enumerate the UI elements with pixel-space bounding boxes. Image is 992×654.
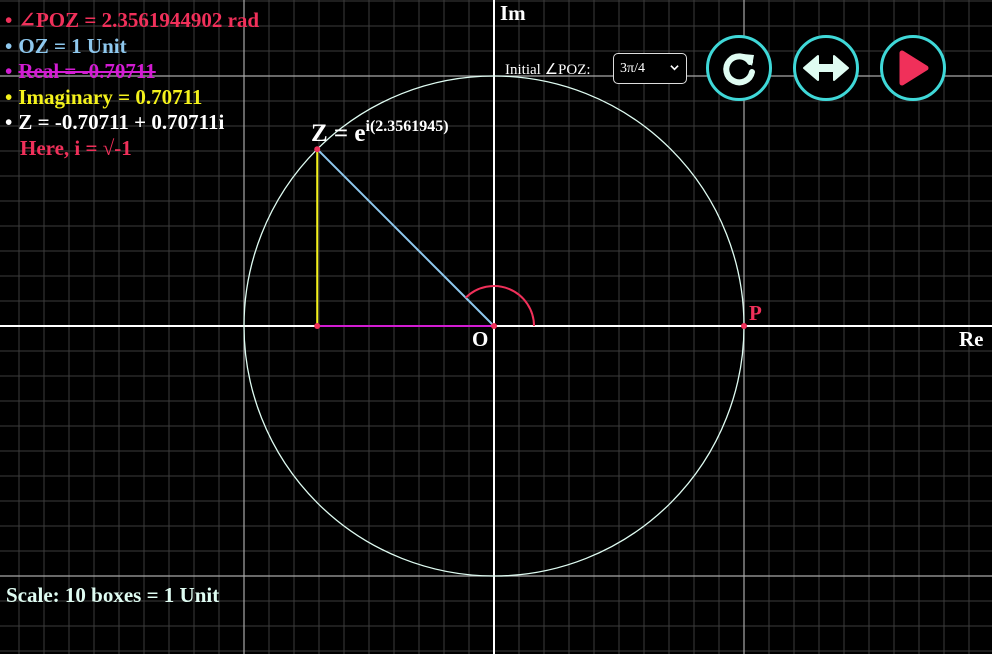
z-readout: • Z = -0.70711 + 0.70711i [5,110,225,134]
point-p [741,323,747,329]
bullet: • [5,8,13,32]
chevron-down-icon [670,65,679,71]
z-formula-label: Z = ei(2.3561945) [311,118,449,147]
real-projection-point [314,323,321,329]
initial-angle-label: Initial ∠POZ: [505,62,591,78]
point-o [491,323,497,329]
origin-label: O [472,327,488,351]
imag-axis-label: Im [500,1,526,25]
real-axis-label: Re [959,327,984,351]
info-panel: • ∠POZ = 2.3561944902 rad • OZ = 1 Unit • R… [5,8,259,161]
play-icon [899,50,929,86]
real-readout: • Real = -0.70711 [5,59,156,83]
initial-angle-value: 3π/4 [620,60,645,76]
angle-arc [465,285,535,327]
reset-button[interactable] [706,35,772,101]
flip-direction-button[interactable] [793,35,859,101]
point-z[interactable] [314,146,321,153]
angle-readout: • ∠POZ = 2.3561944902 rad [5,8,260,32]
play-button[interactable] [880,35,946,101]
z-formula-base: Z = e [311,120,366,147]
initial-angle-select[interactable]: 3π/4 [613,53,687,84]
z-formula-exponent: i(2.3561945) [366,118,449,135]
bullet: • [5,33,13,58]
rotate-icon [723,53,755,86]
point-p-label: P [749,301,762,325]
modulus-readout: • OZ = 1 Unit [5,33,127,58]
imaginary-readout: • Imaginary = 0.70711 [5,84,203,109]
arrows-horizontal-icon [803,55,849,81]
scale-note: Scale: 10 boxes = 1 Unit [6,583,220,607]
bullet: • [5,110,13,134]
bullet: • [5,59,13,83]
i-definition: Here, i = √-1 [20,135,132,160]
bullet: • [5,84,13,109]
